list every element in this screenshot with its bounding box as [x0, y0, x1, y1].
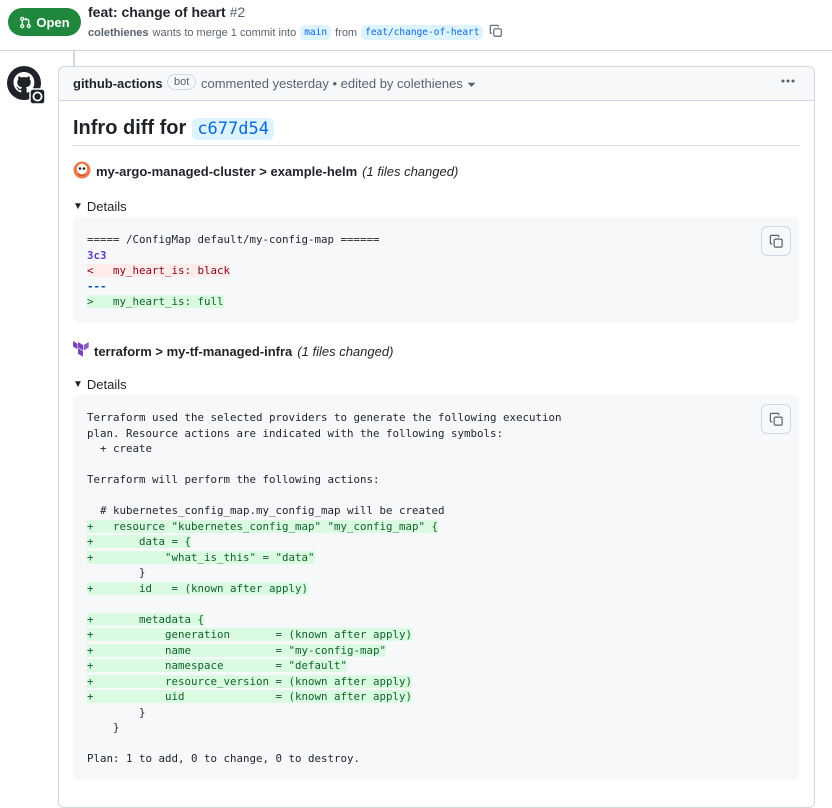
section-title-argo: my-argo-managed-cluster > example-helm (…	[73, 161, 458, 182]
pr-meta: colethienes wants to merge 1 commit into…	[88, 24, 503, 41]
code-line: + metadata {	[87, 612, 205, 626]
pr-state-label: Open	[36, 14, 70, 30]
commit-sha-link[interactable]: c677d54	[192, 117, 274, 140]
comment-meta-text: commented yesterday • edited by colethie…	[201, 76, 463, 91]
github-mark-icon[interactable]	[7, 66, 46, 105]
details-summary-terraform[interactable]: ▼ Details	[73, 377, 127, 392]
triangle-down-icon: ▼	[73, 201, 83, 212]
code-line: ---	[87, 279, 107, 293]
comment-box: github-actions bot commented yesterday •…	[58, 66, 815, 808]
details-summary-argo[interactable]: ▼ Details	[73, 199, 127, 214]
section-changed-argo: (1 files changed)	[362, 164, 459, 179]
details-label-terraform: Details	[86, 377, 127, 392]
pr-number: #2	[229, 4, 246, 20]
code-line: + data = {	[87, 535, 192, 548]
code-lines-argo: ===== /ConfigMap default/my-config-map =…	[87, 232, 380, 310]
pr-header: Open feat: change of heart #2 colethiene…	[0, 0, 832, 51]
bot-label: bot	[167, 74, 197, 90]
code-line: + namespace = "default"	[87, 659, 348, 672]
code-block-argo: ===== /ConfigMap default/my-config-map =…	[73, 217, 799, 323]
merge-text: wants to merge 1 commit into	[152, 26, 297, 39]
code-block-terraform: Terraform used the selected providers to…	[73, 395, 799, 780]
git-pull-request-icon	[19, 16, 32, 29]
argo-icon	[73, 161, 91, 182]
code-line: + create	[87, 442, 153, 455]
code-line: ===== /ConfigMap default/my-config-map =…	[87, 233, 380, 246]
code-line: + id = (known after apply)	[87, 581, 309, 595]
code-line: }	[87, 566, 146, 579]
code-line: # kubernetes_config_map.my_config_map wi…	[87, 504, 445, 517]
triangle-down-icon: ▼	[73, 379, 83, 390]
comment-author[interactable]: github-actions	[73, 76, 163, 91]
details-label-argo: Details	[86, 199, 127, 214]
copy-icon[interactable]	[761, 226, 791, 256]
head-branch[interactable]: feat/change-of-heart	[361, 25, 484, 40]
code-lines-terraform: Terraform used the selected providers to…	[87, 410, 562, 767]
from-text: from	[335, 26, 358, 39]
code-line: }	[87, 721, 120, 734]
timeline-line	[73, 50, 75, 66]
code-line: + uid = (known after apply)	[87, 690, 413, 703]
code-line: Plan: 1 to add, 0 to change, 0 to destro…	[87, 752, 361, 765]
code-line: + resource_version = (known after apply)	[87, 674, 413, 688]
comment-meta[interactable]: commented yesterday • edited by colethie…	[201, 76, 476, 91]
code-line: Terraform will perform the following act…	[87, 473, 380, 486]
code-line: 3c3	[87, 248, 107, 262]
section-changed-terraform: (1 files changed)	[297, 344, 394, 359]
code-line: plan. Resource actions are indicated wit…	[87, 426, 504, 440]
copy-icon[interactable]	[489, 24, 503, 41]
copy-icon[interactable]	[761, 404, 791, 434]
code-line: > my_heart_is: full	[87, 295, 224, 308]
section-title-terraform: terraform > my-tf-managed-infra (1 files…	[73, 341, 393, 362]
comment-header: github-actions bot commented yesterday •…	[59, 67, 814, 101]
code-line: Terraform used the selected providers to…	[87, 411, 562, 424]
section-title-terraform-text: terraform > my-tf-managed-infra	[94, 344, 293, 359]
comment-heading: Infro diff for c677d54	[73, 117, 274, 140]
pr-title-text: feat: change of heart	[88, 4, 226, 20]
kebab-horizontal-icon[interactable]	[780, 73, 796, 94]
heading-divider	[73, 145, 799, 146]
section-title-argo-text: my-argo-managed-cluster > example-helm	[96, 164, 358, 179]
pr-state-badge: Open	[8, 8, 81, 36]
pr-author-link[interactable]: colethienes	[88, 27, 149, 39]
code-line: < my_heart_is: black	[87, 264, 231, 277]
heading-text: Infro diff for	[73, 117, 187, 139]
code-line: + name = "my-config-map"	[87, 643, 387, 657]
terraform-icon	[73, 341, 89, 362]
code-line: + "what_is_this" = "data"	[87, 550, 315, 564]
pr-title: feat: change of heart #2	[88, 4, 245, 20]
code-line: + generation = (known after apply)	[87, 628, 413, 641]
base-branch[interactable]: main	[300, 25, 332, 40]
code-line: }	[87, 705, 146, 719]
code-line: + resource "kubernetes_config_map" "my_c…	[87, 519, 439, 533]
chevron-down-icon[interactable]	[467, 76, 476, 91]
